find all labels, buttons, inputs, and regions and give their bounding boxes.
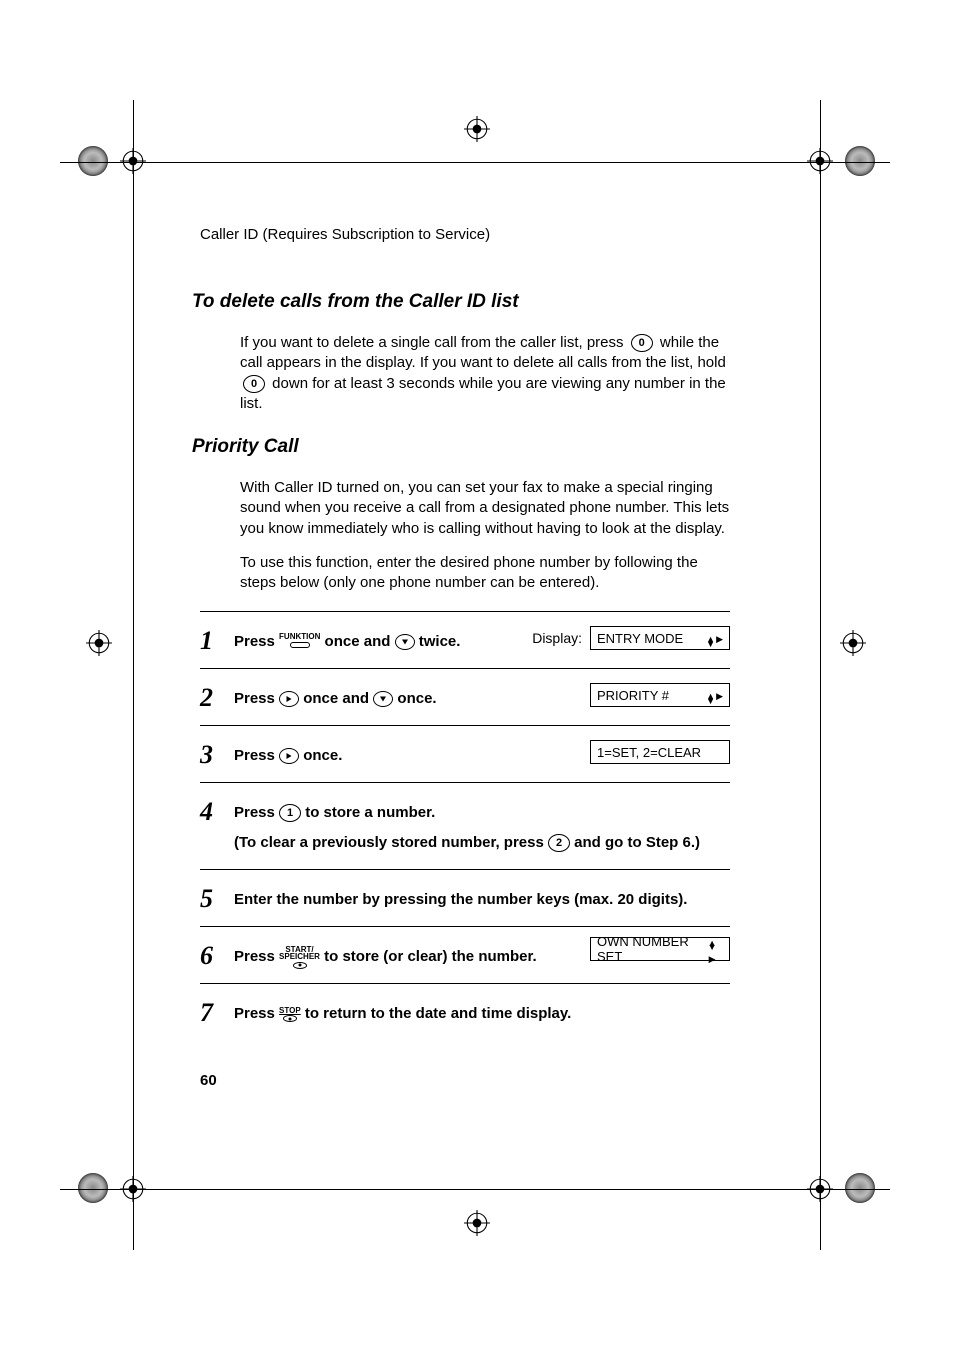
key-0-icon: 0 [631,334,653,352]
text-frag: to return to the date and time display. [305,1005,571,1022]
lcd-arrows-icon: ▲▼ [706,687,723,703]
step-number: 7 [200,998,234,1026]
section-title-delete: To delete calls from the Caller ID list [192,291,730,313]
corner-knob-br [845,1173,875,1203]
page-number: 60 [200,1072,217,1089]
delete-paragraph: If you want to delete a single call from… [240,333,730,414]
right-arrow-key-icon [279,748,299,764]
text-frag: down for at least 3 seconds while you ar… [240,375,726,412]
corner-knob-tr [845,146,875,176]
corner-knob-bl [78,1173,108,1203]
text-frag: Press [234,948,279,965]
step-3: 3 Press once. 1=SET, 2=CLEAR [200,726,730,783]
lcd-display: ENTRY MODE ▲▼ [590,626,730,650]
corner-knob-tl [78,146,108,176]
down-arrow-key-icon [395,634,415,650]
step-text: Press 1 to store a number. (To clear a p… [234,797,730,855]
step-5: 5 Enter the number by pressing the numbe… [200,870,730,927]
step-4: 4 Press 1 to store a number. (To clear a… [200,783,730,870]
crop-line [133,100,134,1250]
text-frag: to store (or clear) the number. [324,948,537,965]
text-frag: and go to Step 6.) [574,834,700,851]
text-frag: Press [234,633,279,650]
key-0-icon: 0 [243,375,265,393]
lcd-display: 1=SET, 2=CLEAR [590,740,730,764]
section-title-priority: Priority Call [192,436,730,458]
step-number: 5 [200,884,234,912]
step-6: 6 Press START/SPEICHER to store (or clea… [200,927,730,984]
text-frag: once. [397,690,436,707]
reg-mark [86,630,112,656]
text-frag: Press [234,1005,279,1022]
step-text: Press STOP to return to the date and tim… [234,998,730,1026]
text-frag: Press [234,690,279,707]
key-2-icon: 2 [548,834,570,852]
crop-line [820,100,821,1250]
step-number: 4 [200,797,234,825]
step-number: 3 [200,740,234,768]
lcd-text: OWN NUMBER SET [597,934,708,964]
step-2: 2 Press once and once. PRIORITY # ▲▼ [200,669,730,726]
step-text: Enter the number by pressing the number … [234,884,730,912]
step-1: 1 Press FUNKTION once and twice. Display… [200,612,730,669]
step-number: 6 [200,941,234,969]
lcd-arrows-icon: ▲▼ [706,630,723,646]
lcd-text: ENTRY MODE [597,631,683,646]
funktion-key-icon: FUNKTION [279,633,320,648]
lcd-display: PRIORITY # ▲▼ [590,683,730,707]
text-frag: Press [234,804,279,821]
crop-line [60,1189,890,1190]
down-arrow-key-icon [373,691,393,707]
text-frag: to store a number. [305,804,435,821]
right-arrow-key-icon [279,691,299,707]
step-number: 2 [200,683,234,711]
priority-para-2: To use this function, enter the desired … [240,553,730,594]
lcd-display: OWN NUMBER SET ▲▼ [590,937,730,961]
display-label: Display: [532,630,582,646]
priority-para-1: With Caller ID turned on, you can set yo… [240,478,730,539]
text-frag: If you want to delete a single call from… [240,334,628,351]
lcd-text: 1=SET, 2=CLEAR [597,745,701,760]
stop-key-icon: STOP [279,1007,301,1022]
text-frag: once and [303,690,373,707]
text-frag: (To clear a previously stored number, pr… [234,834,548,851]
reg-mark [840,630,866,656]
lcd-text: PRIORITY # [597,688,669,703]
reg-mark [464,116,490,142]
text-frag: Enter the number by pressing the number … [234,891,687,908]
text-frag: twice. [419,633,461,650]
lcd-arrows-icon: ▲▼ [708,934,723,965]
page-content: Caller ID (Requires Subscription to Serv… [200,226,730,1040]
step-7: 7 Press STOP to return to the date and t… [200,984,730,1040]
reg-mark [464,1210,490,1236]
text-frag: once. [303,747,342,764]
step-number: 1 [200,626,234,654]
crop-line [60,162,890,163]
text-frag: Press [234,747,279,764]
running-header: Caller ID (Requires Subscription to Serv… [200,226,730,243]
key-1-icon: 1 [279,804,301,822]
text-frag: once and [325,633,395,650]
start-speicher-key-icon: START/SPEICHER [279,946,320,968]
steps-table: 1 Press FUNKTION once and twice. Display… [200,611,730,1040]
